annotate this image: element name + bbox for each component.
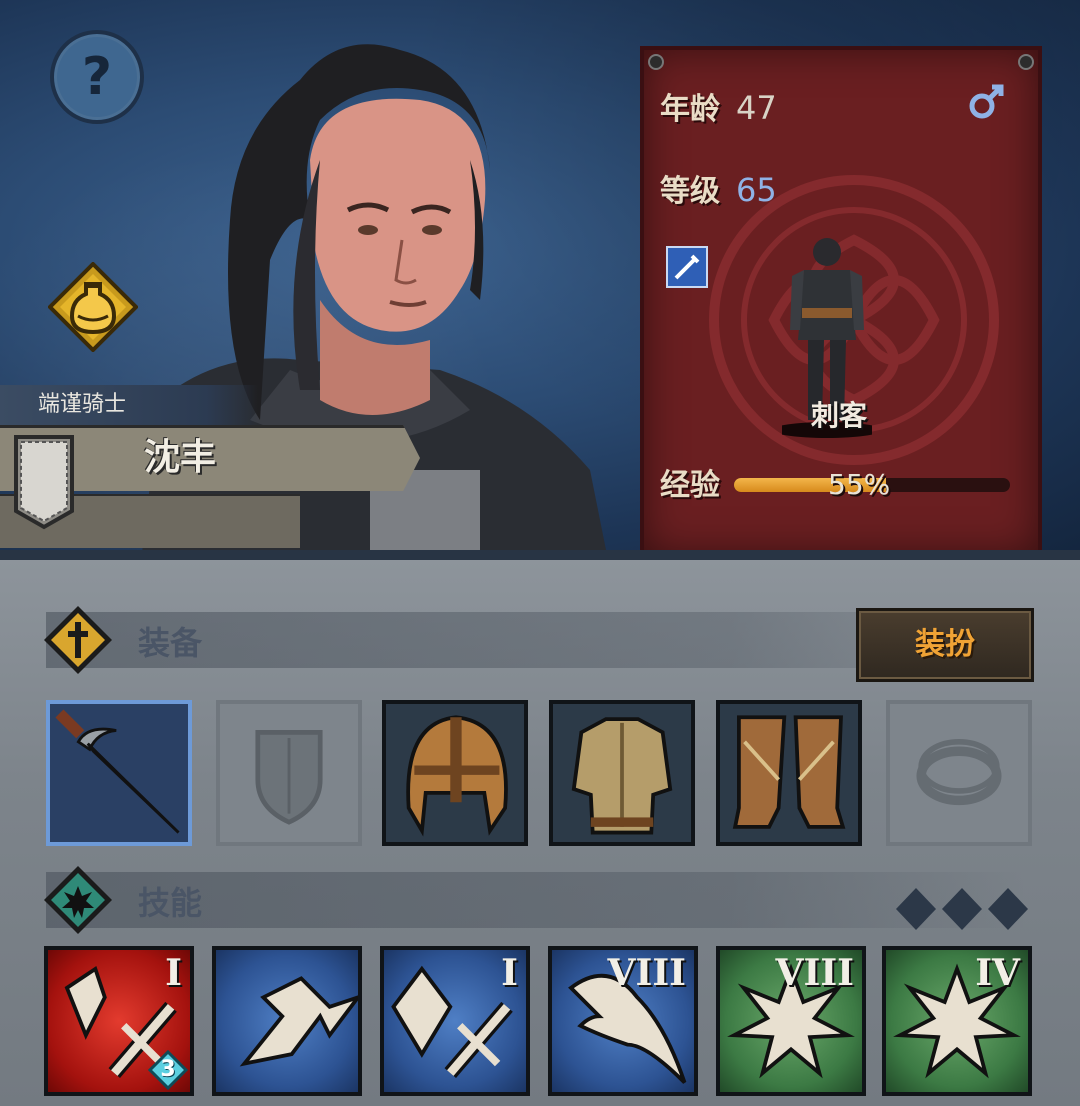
skill-rank: IV — [975, 952, 1020, 994]
skill-rank: I — [165, 952, 182, 994]
age-label: 年龄 — [660, 92, 720, 127]
skill-slot-5[interactable]: VIII — [716, 946, 866, 1096]
level-value: 65 — [736, 171, 777, 209]
level-label: 等级 — [660, 174, 720, 209]
potion-icon[interactable] — [48, 262, 138, 352]
pin-icon — [1018, 54, 1034, 70]
equip-slot-helmet[interactable] — [382, 700, 528, 846]
help-icon: ? — [81, 47, 113, 107]
equip-slot-ring[interactable] — [886, 700, 1032, 846]
helmet-icon — [406, 715, 508, 837]
help-button[interactable]: ? — [50, 30, 144, 124]
xp-label: 经验 — [660, 468, 720, 503]
equipment-label: 装备 — [138, 624, 203, 662]
equip-slot-boots[interactable] — [716, 700, 862, 846]
character-portrait-area: ? 端谨骑士 沈丰 年龄 47 等级 65 刺客 经验 55% — [0, 0, 1080, 550]
boots-icon — [732, 715, 846, 829]
equipment-skills-panel: 装备 装扮 技能 I 3 I VIII VIII IV — [0, 550, 1080, 1106]
skill-rank: I — [501, 952, 518, 994]
xp-percent: 55% — [828, 468, 891, 501]
dagger-class-icon[interactable] — [666, 246, 708, 288]
male-icon — [969, 84, 1004, 119]
skills-header: 技能 — [44, 866, 1026, 934]
xp-row: 经验 — [660, 460, 720, 504]
skill-slot-dots-icon — [896, 888, 1028, 930]
heraldry-badge-icon[interactable] — [12, 433, 76, 531]
level-row: 等级 65 — [660, 166, 777, 210]
age-row: 年龄 47 — [660, 84, 777, 128]
equip-slot-weapon[interactable] — [46, 700, 192, 846]
title-tag: 端谨骑士 — [0, 385, 258, 425]
dress-up-button[interactable]: 装扮 — [856, 608, 1034, 682]
dagger-icon — [55, 709, 180, 834]
armor-icon — [571, 717, 673, 835]
class-name: 刺客 — [810, 399, 867, 432]
equip-slot-shield[interactable] — [216, 700, 362, 846]
star-icon — [44, 866, 112, 934]
skill-slot-1[interactable]: I 3 — [44, 946, 194, 1096]
skill-slot-4[interactable]: VIII — [548, 946, 698, 1096]
pin-icon — [648, 54, 664, 70]
ring-icon — [916, 738, 1002, 806]
equip-slot-armor[interactable] — [549, 700, 695, 846]
skill-rank: VIII — [775, 952, 854, 994]
skills-label: 技能 — [138, 884, 203, 922]
skill-slot-3[interactable]: I — [380, 946, 530, 1096]
dash-strike-icon — [239, 976, 358, 1067]
gem-badge: 3 — [148, 1050, 188, 1090]
skill-rank: VIII — [607, 952, 686, 994]
age-value: 47 — [736, 89, 777, 127]
skill-slot-6[interactable]: IV — [882, 946, 1032, 1096]
character-info-panel: 年龄 47 等级 65 刺客 经验 55% — [640, 46, 1042, 550]
cross-icon — [44, 606, 112, 674]
skill-slot-2[interactable] — [212, 946, 362, 1096]
shield-icon — [255, 729, 323, 825]
gem-count: 3 — [160, 1057, 176, 1082]
